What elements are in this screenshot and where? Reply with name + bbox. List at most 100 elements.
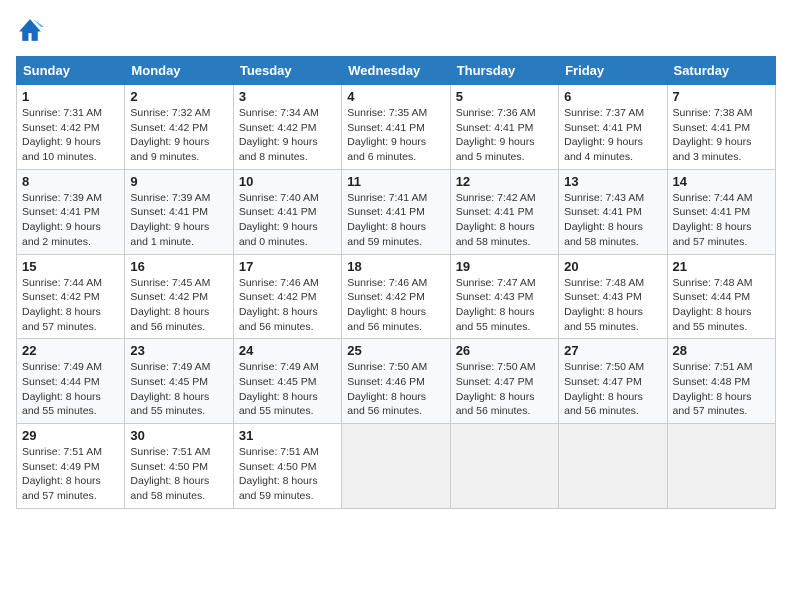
calendar-week: 22 Sunrise: 7:49 AMSunset: 4:44 PMDayligh…: [17, 339, 776, 424]
calendar-day: 21Sunrise: 7:48 AMSunset: 4:44 PMDayligh…: [667, 254, 775, 339]
day-detail: Sunrise: 7:35 AMSunset: 4:41 PMDaylight:…: [347, 107, 427, 163]
day-number: 27: [564, 343, 661, 358]
col-header-thursday: Thursday: [450, 57, 558, 85]
day-detail: Sunrise: 7:36 AMSunset: 4:41 PMDaylight:…: [456, 107, 536, 163]
calendar-day: 12Sunrise: 7:42 AMSunset: 4:41 PMDayligh…: [450, 169, 558, 254]
day-detail: Sunrise: 7:50 AMSunset: 4:47 PMDaylight:…: [564, 361, 644, 417]
col-header-wednesday: Wednesday: [342, 57, 450, 85]
day-detail: Sunrise: 7:49 AMSunset: 4:44 PMDaylight:…: [22, 361, 102, 417]
day-detail: Sunrise: 7:51 AMSunset: 4:50 PMDaylight:…: [239, 446, 319, 502]
day-detail: Sunrise: 7:31 AMSunset: 4:42 PMDaylight:…: [22, 107, 102, 163]
day-number: 16: [130, 259, 227, 274]
calendar-day: 13 Sunrise: 7:43 AMSunset: 4:41 PMDayligh…: [559, 169, 667, 254]
logo: [16, 16, 48, 44]
day-detail: Sunrise: 7:42 AMSunset: 4:41 PMDaylight:…: [456, 192, 536, 248]
day-number: 5: [456, 89, 553, 104]
day-detail: Sunrise: 7:51 AMSunset: 4:49 PMDaylight:…: [22, 446, 102, 502]
day-number: 31: [239, 428, 336, 443]
day-number: 19: [456, 259, 553, 274]
empty-cell: [450, 424, 558, 509]
calendar-day: 9 Sunrise: 7:39 AMSunset: 4:41 PMDaylight…: [125, 169, 233, 254]
col-header-tuesday: Tuesday: [233, 57, 341, 85]
calendar-day: 30Sunrise: 7:51 AMSunset: 4:50 PMDayligh…: [125, 424, 233, 509]
day-detail: Sunrise: 7:38 AMSunset: 4:41 PMDaylight:…: [673, 107, 753, 163]
day-detail: Sunrise: 7:39 AMSunset: 4:41 PMDaylight:…: [130, 192, 210, 248]
empty-cell: [342, 424, 450, 509]
day-detail: Sunrise: 7:49 AMSunset: 4:45 PMDaylight:…: [239, 361, 319, 417]
calendar-day: 3 Sunrise: 7:34 AMSunset: 4:42 PMDaylight…: [233, 85, 341, 170]
calendar-day: 11Sunrise: 7:41 AMSunset: 4:41 PMDayligh…: [342, 169, 450, 254]
day-number: 22: [22, 343, 119, 358]
day-detail: Sunrise: 7:48 AMSunset: 4:44 PMDaylight:…: [673, 277, 753, 333]
day-detail: Sunrise: 7:46 AMSunset: 4:42 PMDaylight:…: [347, 277, 427, 333]
calendar-day: 25 Sunrise: 7:50 AMSunset: 4:46 PMDayligh…: [342, 339, 450, 424]
day-detail: Sunrise: 7:32 AMSunset: 4:42 PMDaylight:…: [130, 107, 210, 163]
day-detail: Sunrise: 7:34 AMSunset: 4:42 PMDaylight:…: [239, 107, 319, 163]
day-detail: Sunrise: 7:44 AMSunset: 4:42 PMDaylight:…: [22, 277, 102, 333]
day-detail: Sunrise: 7:50 AMSunset: 4:46 PMDaylight:…: [347, 361, 427, 417]
day-number: 24: [239, 343, 336, 358]
day-detail: Sunrise: 7:48 AMSunset: 4:43 PMDaylight:…: [564, 277, 644, 333]
calendar-day: 8Sunrise: 7:39 AMSunset: 4:41 PMDaylight…: [17, 169, 125, 254]
day-number: 17: [239, 259, 336, 274]
calendar-day: 23Sunrise: 7:49 AMSunset: 4:45 PMDayligh…: [125, 339, 233, 424]
day-number: 7: [673, 89, 770, 104]
calendar-week: 15 Sunrise: 7:44 AMSunset: 4:42 PMDayligh…: [17, 254, 776, 339]
calendar-week: 29 Sunrise: 7:51 AMSunset: 4:49 PMDayligh…: [17, 424, 776, 509]
empty-cell: [667, 424, 775, 509]
day-number: 10: [239, 174, 336, 189]
day-number: 9: [130, 174, 227, 189]
day-number: 28: [673, 343, 770, 358]
day-number: 3: [239, 89, 336, 104]
calendar-day: 29 Sunrise: 7:51 AMSunset: 4:49 PMDayligh…: [17, 424, 125, 509]
calendar-day: 20 Sunrise: 7:48 AMSunset: 4:43 PMDayligh…: [559, 254, 667, 339]
calendar-day: 27 Sunrise: 7:50 AMSunset: 4:47 PMDayligh…: [559, 339, 667, 424]
day-number: 23: [130, 343, 227, 358]
calendar-day: 10 Sunrise: 7:40 AMSunset: 4:41 PMDayligh…: [233, 169, 341, 254]
day-detail: Sunrise: 7:46 AMSunset: 4:42 PMDaylight:…: [239, 277, 319, 333]
day-detail: Sunrise: 7:44 AMSunset: 4:41 PMDaylight:…: [673, 192, 753, 248]
day-number: 29: [22, 428, 119, 443]
day-number: 8: [22, 174, 119, 189]
day-detail: Sunrise: 7:40 AMSunset: 4:41 PMDaylight:…: [239, 192, 319, 248]
calendar-day: 24 Sunrise: 7:49 AMSunset: 4:45 PMDayligh…: [233, 339, 341, 424]
calendar-day: 28 Sunrise: 7:51 AMSunset: 4:48 PMDayligh…: [667, 339, 775, 424]
day-detail: Sunrise: 7:51 AMSunset: 4:48 PMDaylight:…: [673, 361, 753, 417]
day-number: 26: [456, 343, 553, 358]
calendar-day: 15 Sunrise: 7:44 AMSunset: 4:42 PMDayligh…: [17, 254, 125, 339]
calendar-day: 19 Sunrise: 7:47 AMSunset: 4:43 PMDayligh…: [450, 254, 558, 339]
day-detail: Sunrise: 7:47 AMSunset: 4:43 PMDaylight:…: [456, 277, 536, 333]
col-header-saturday: Saturday: [667, 57, 775, 85]
calendar-day: 31 Sunrise: 7:51 AMSunset: 4:50 PMDayligh…: [233, 424, 341, 509]
logo-icon: [16, 16, 44, 44]
day-number: 20: [564, 259, 661, 274]
day-number: 14: [673, 174, 770, 189]
day-detail: Sunrise: 7:43 AMSunset: 4:41 PMDaylight:…: [564, 192, 644, 248]
calendar-week: 8 Sunrise: 7:39 AMSunset: 4:41 PMDaylight…: [17, 169, 776, 254]
calendar-day: 26Sunrise: 7:50 AMSunset: 4:47 PMDayligh…: [450, 339, 558, 424]
day-number: 6: [564, 89, 661, 104]
calendar-day: 2 Sunrise: 7:32 AMSunset: 4:42 PMDaylight…: [125, 85, 233, 170]
page-header: [16, 16, 776, 44]
day-number: 1: [22, 89, 119, 104]
calendar-day: 5 Sunrise: 7:36 AMSunset: 4:41 PMDaylight…: [450, 85, 558, 170]
day-detail: Sunrise: 7:37 AMSunset: 4:41 PMDaylight:…: [564, 107, 644, 163]
calendar-day: 7 Sunrise: 7:38 AMSunset: 4:41 PMDaylight…: [667, 85, 775, 170]
day-number: 2: [130, 89, 227, 104]
calendar-table: SundayMondayTuesdayWednesdayThursdayFrid…: [16, 56, 776, 509]
col-header-sunday: Sunday: [17, 57, 125, 85]
day-detail: Sunrise: 7:51 AMSunset: 4:50 PMDaylight:…: [130, 446, 210, 502]
calendar-day: 6 Sunrise: 7:37 AMSunset: 4:41 PMDaylight…: [559, 85, 667, 170]
calendar-day: 22 Sunrise: 7:49 AMSunset: 4:44 PMDayligh…: [17, 339, 125, 424]
day-detail: Sunrise: 7:45 AMSunset: 4:42 PMDaylight:…: [130, 277, 210, 333]
day-number: 13: [564, 174, 661, 189]
day-number: 25: [347, 343, 444, 358]
calendar-day: 14 Sunrise: 7:44 AMSunset: 4:41 PMDayligh…: [667, 169, 775, 254]
empty-cell: [559, 424, 667, 509]
col-header-friday: Friday: [559, 57, 667, 85]
day-detail: Sunrise: 7:41 AMSunset: 4:41 PMDaylight:…: [347, 192, 427, 248]
col-header-monday: Monday: [125, 57, 233, 85]
calendar-day: 1 Sunrise: 7:31 AMSunset: 4:42 PMDaylight…: [17, 85, 125, 170]
day-number: 18: [347, 259, 444, 274]
day-number: 15: [22, 259, 119, 274]
